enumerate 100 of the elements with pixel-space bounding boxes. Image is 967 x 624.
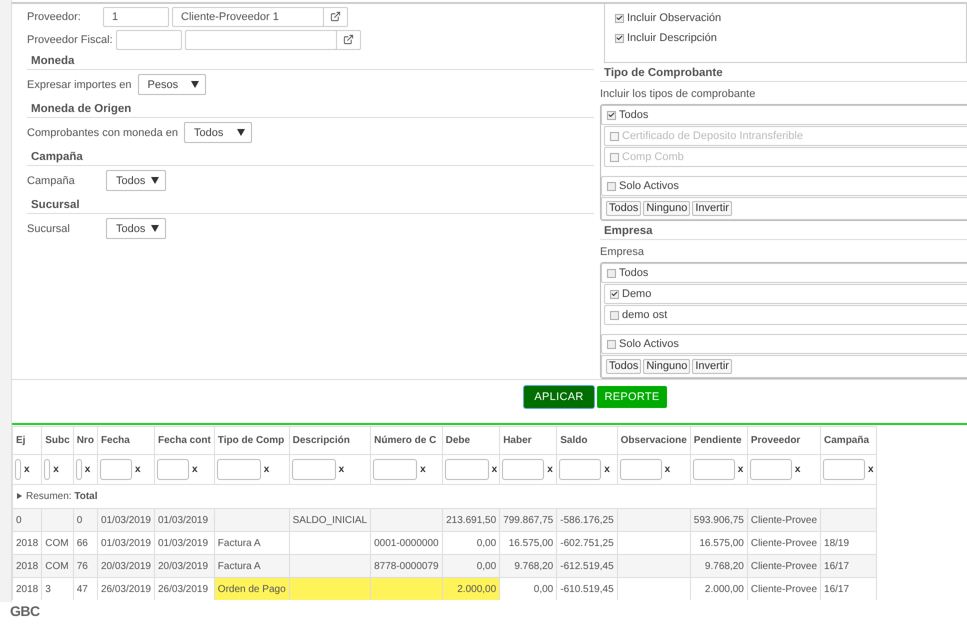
dropdown[interactable]: Todos	[106, 218, 166, 239]
list-item[interactable]: Todos	[601, 263, 967, 283]
clear-filter-button[interactable]: x	[492, 464, 498, 476]
select-button[interactable]: Invertir	[692, 201, 732, 216]
column-header[interactable]: Fecha cont	[154, 426, 214, 454]
table-cell: Cliente-Provee	[747, 532, 821, 554]
dropdown[interactable]: Todos	[184, 122, 252, 143]
clear-filter-button[interactable]: x	[664, 464, 670, 476]
list-item[interactable]: Demo	[604, 284, 967, 304]
column-header[interactable]: Tipo de Comp	[214, 426, 290, 454]
list-item[interactable]: demo ost	[604, 305, 967, 325]
filter-field[interactable]	[44, 459, 50, 480]
filter-field[interactable]	[444, 459, 489, 480]
checkbox[interactable]	[615, 14, 624, 22]
action-button[interactable]: APLICAR	[524, 386, 594, 408]
column-header[interactable]: Fecha	[97, 426, 154, 454]
section-title: Moneda de Origen	[27, 99, 594, 118]
clear-filter-button[interactable]: x	[264, 464, 270, 476]
list-item[interactable]: Todos	[601, 105, 967, 125]
external-link-button[interactable]	[323, 6, 348, 26]
filter-field[interactable]	[15, 459, 21, 480]
select-button[interactable]: Todos	[606, 201, 642, 216]
clear-filter-button[interactable]: x	[53, 464, 59, 476]
table-cell: 76	[73, 554, 98, 578]
name-field[interactable]: Cliente-Proveedor 1	[172, 6, 324, 26]
code-field[interactable]	[116, 30, 182, 50]
checkbox[interactable]	[610, 290, 619, 298]
filter-field[interactable]	[76, 459, 82, 480]
filter-field[interactable]	[292, 459, 336, 480]
clear-filter-button[interactable]: x	[547, 464, 553, 476]
clear-filter-button[interactable]: x	[420, 464, 426, 476]
clear-filter-button[interactable]: x	[604, 464, 610, 476]
check-icon	[608, 111, 615, 119]
checkbox[interactable]	[607, 268, 616, 278]
select-button[interactable]: Invertir	[692, 359, 732, 374]
clear-filter-button[interactable]: x	[192, 464, 198, 476]
list-item[interactable]: Solo Activos	[601, 334, 967, 354]
caret-icon	[190, 81, 199, 88]
name-field[interactable]	[184, 30, 337, 50]
column-header[interactable]: Saldo	[556, 426, 618, 454]
table-cell: -612.519,45	[556, 554, 618, 578]
table-cell: 799.867,75	[500, 508, 557, 532]
checkbox[interactable]	[610, 310, 619, 320]
summary-text: Resumen: Total	[26, 491, 98, 502]
column-header[interactable]: Haber	[500, 426, 557, 454]
column-header[interactable]: Campaña	[820, 426, 876, 454]
column-header[interactable]: Número de C	[370, 426, 442, 454]
clear-filter-button[interactable]: x	[794, 464, 800, 476]
filter-field[interactable]	[750, 459, 792, 480]
table-cell: 01/03/2019	[154, 508, 214, 532]
clear-filter-button[interactable]: x	[24, 464, 30, 476]
column-header[interactable]: Descripción	[289, 426, 371, 454]
column-header[interactable]: Pendiente	[690, 426, 748, 454]
table-cell: 593.906,75	[690, 508, 748, 532]
dropdown[interactable]: Pesos	[138, 74, 206, 95]
list-item[interactable]: Solo Activos	[601, 176, 967, 196]
external-link-button[interactable]	[336, 30, 361, 50]
table-cell: -602.751,25	[556, 532, 618, 554]
table-cell: -586.176,25	[556, 508, 618, 532]
filter-field[interactable]	[559, 459, 602, 480]
filter-field[interactable]	[100, 459, 132, 480]
select-button[interactable]: Ninguno	[643, 201, 690, 216]
field-label: Expresar importes en	[27, 78, 132, 90]
table-cell: 2018	[12, 532, 42, 554]
table-cell: 01/03/2019	[97, 508, 154, 532]
clear-filter-button[interactable]: x	[84, 464, 90, 476]
column-header[interactable]: Observacione	[617, 426, 690, 454]
table-cell: 47	[73, 578, 98, 600]
table-cell: 20/03/2019	[154, 554, 214, 578]
check-icon	[616, 34, 623, 42]
filter-field[interactable]	[502, 459, 544, 480]
table-cell: 01/03/2019	[154, 532, 214, 554]
column-header[interactable]: Ej	[12, 426, 42, 454]
column-header[interactable]: Subc	[42, 426, 74, 454]
table-cell: 213.691,50	[442, 508, 500, 532]
filter-field[interactable]	[692, 459, 735, 480]
checkbox[interactable]	[615, 34, 624, 42]
filter-field[interactable]	[157, 459, 189, 480]
select-button[interactable]: Ninguno	[643, 359, 690, 374]
filter-field[interactable]	[373, 459, 418, 480]
checkbox[interactable]	[607, 182, 616, 190]
filter-field[interactable]	[823, 459, 866, 480]
dropdown[interactable]: Todos	[106, 170, 166, 191]
table-cell: Orden de Pago	[214, 578, 290, 600]
table-cell: 16/17	[820, 554, 876, 578]
clear-filter-button[interactable]: x	[338, 464, 344, 476]
checkbox-label: Incluir Observación	[627, 12, 722, 24]
checkbox[interactable]	[607, 340, 616, 348]
select-button[interactable]: Todos	[606, 359, 642, 374]
checkbox[interactable]	[607, 110, 616, 120]
column-header[interactable]: Proveedor	[747, 426, 821, 454]
filter-field[interactable]	[216, 459, 261, 480]
code-field[interactable]: 1	[103, 6, 169, 26]
clear-filter-button[interactable]: x	[868, 464, 874, 476]
column-header[interactable]: Nro	[73, 426, 98, 454]
filter-field[interactable]	[620, 459, 662, 480]
clear-filter-button[interactable]: x	[738, 464, 744, 476]
expand-icon[interactable]	[17, 493, 22, 499]
column-header[interactable]: Debe	[442, 426, 500, 454]
clear-filter-button[interactable]: x	[134, 464, 140, 476]
